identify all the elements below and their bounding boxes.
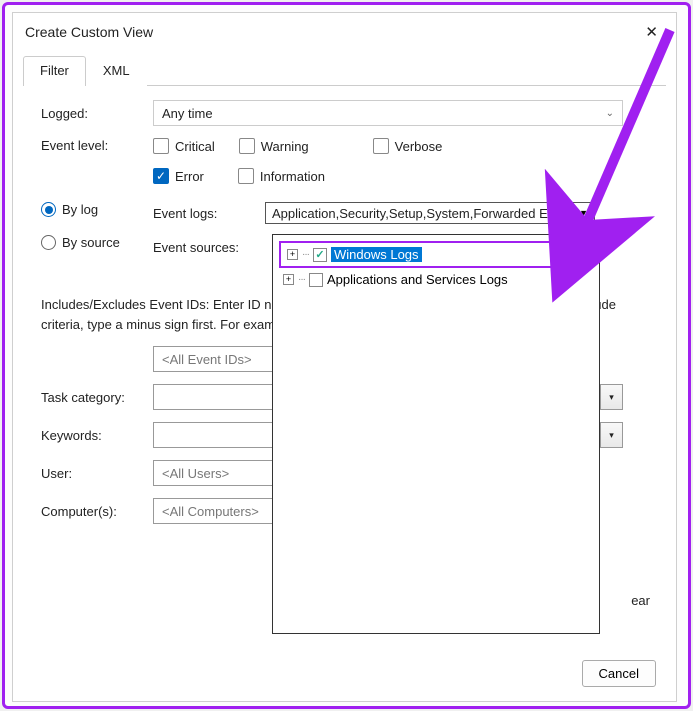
event-sources-label: Event sources: <box>153 240 265 255</box>
event-logs-label: Event logs: <box>153 206 265 221</box>
keywords-label: Keywords: <box>41 428 153 443</box>
event-level-label: Event level: <box>41 138 153 153</box>
logged-label: Logged: <box>41 106 153 121</box>
event-logs-value: Application,Security,Setup,System,Forwar… <box>272 206 554 221</box>
tab-filter[interactable]: Filter <box>23 56 86 86</box>
computers-label: Computer(s): <box>41 504 153 519</box>
windows-logs-checkbox[interactable] <box>313 248 327 262</box>
event-ids-input[interactable]: <All Event IDs> <box>153 346 273 372</box>
logged-value: Any time <box>162 106 213 121</box>
critical-checkbox[interactable]: Critical <box>153 138 215 154</box>
by-log-radio[interactable]: By log <box>41 202 153 217</box>
clear-button-partial[interactable]: ear <box>631 593 650 608</box>
keywords-dropdown-button[interactable]: ▾ <box>601 422 623 448</box>
tabs: Filter XML <box>23 55 666 86</box>
error-checkbox[interactable]: ✓Error <box>153 168 204 184</box>
user-input[interactable]: <All Users> <box>153 460 273 486</box>
by-source-radio[interactable]: By source <box>41 235 153 250</box>
event-logs-tree-popup: + ··· Windows Logs + ··· Applications an… <box>272 234 600 634</box>
logged-select[interactable]: Any time ⌄ <box>153 100 623 126</box>
titlebar: Create Custom View ✕ <box>13 13 676 49</box>
computers-input[interactable]: <All Computers> <box>153 498 283 524</box>
task-category-dropdown-button[interactable]: ▾ <box>601 384 623 410</box>
window-title: Create Custom View <box>25 24 153 40</box>
user-label: User: <box>41 466 153 481</box>
caret-down-icon: ▼ <box>579 208 588 218</box>
warning-checkbox[interactable]: Warning <box>239 138 309 154</box>
task-category-label: Task category: <box>41 390 153 405</box>
expand-icon[interactable]: + <box>287 249 298 260</box>
tree-item-windows-logs[interactable]: Windows Logs <box>331 247 422 262</box>
information-checkbox[interactable]: Information <box>238 168 325 184</box>
close-icon[interactable]: ✕ <box>639 21 664 43</box>
chevron-down-icon: ⌄ <box>606 108 614 119</box>
tab-xml[interactable]: XML <box>86 56 147 86</box>
expand-icon[interactable]: + <box>283 274 294 285</box>
cancel-button[interactable]: Cancel <box>582 660 656 687</box>
app-services-checkbox[interactable] <box>309 273 323 287</box>
tree-item-app-services[interactable]: Applications and Services Logs <box>327 272 508 287</box>
verbose-checkbox[interactable]: Verbose <box>373 138 443 154</box>
event-logs-dropdown[interactable]: Application,Security,Setup,System,Forwar… <box>265 202 595 224</box>
